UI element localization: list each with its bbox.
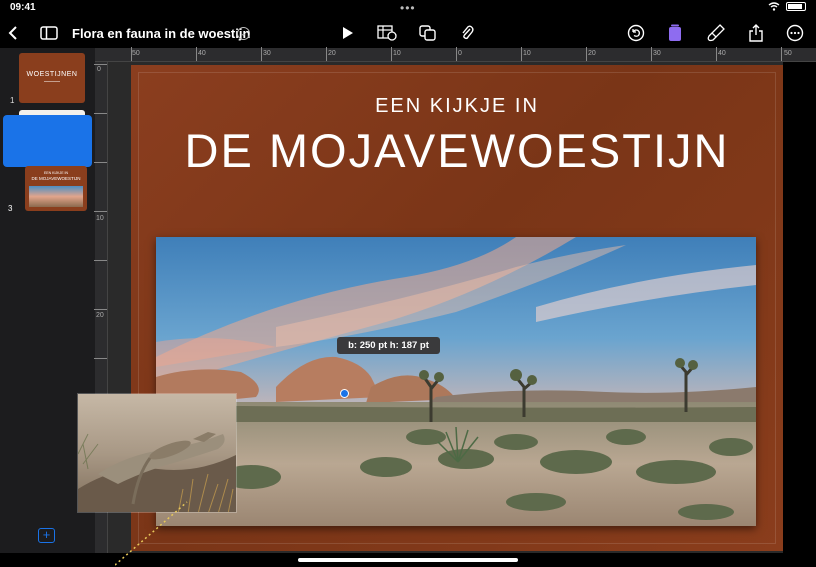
ruler-tick [261,47,262,61]
slide-thumbnail-3[interactable]: EEN KIJKJE IN DE MOJAVEWOESTIJN [25,166,87,211]
table-chart-icon[interactable] [375,21,399,45]
ruler-label: 10 [393,50,401,57]
battery-icon [786,2,806,11]
ruler-label: 30 [263,50,271,57]
ruler-tick [456,47,457,61]
attachment-icon[interactable] [455,21,479,45]
slide-number-3: 3 [8,204,13,213]
title-chevron-icon[interactable]: ⌄ [237,27,250,40]
home-indicator[interactable] [298,558,518,562]
ruler-label: 30 [653,50,661,57]
ruler-tick [326,47,327,61]
ruler-tick [94,113,107,114]
ruler-label: 40 [198,50,206,57]
toolbar: Flora en fauna in de woestijn ⌄ [0,18,816,48]
share-icon[interactable] [744,21,768,45]
ruler-tick [651,47,652,61]
more-icon[interactable] [783,21,807,45]
shapes-icon[interactable] [416,21,440,45]
ruler-tick [196,47,197,61]
ruler-label: 50 [132,50,140,57]
ruler-tick [586,47,587,61]
multitask-dots[interactable]: ••• [400,1,416,15]
slide-thumbnail-1[interactable]: WOESTIJNEN [19,53,85,103]
status-time: 09:41 [10,2,36,13]
ruler-label: 50 [784,50,792,57]
ruler-tick [94,162,107,163]
ruler-tick [391,47,392,61]
resize-handle[interactable] [340,389,349,398]
thumbnail-photo [29,186,83,207]
alignment-guide [115,501,188,566]
desert-photo[interactable] [156,237,756,526]
slide-subtitle[interactable]: EEN KIJKJE IN [131,95,783,118]
ruler-tick [94,211,107,212]
selected-slide-highlight [3,115,92,167]
ruler-label: 20 [96,312,104,319]
size-tooltip: b: 250 pt h: 187 pt [337,337,440,354]
wifi-icon [768,2,780,11]
slide-number-1: 1 [10,96,15,105]
ruler-tick [94,358,107,359]
ruler-tick [94,309,107,310]
ruler-tick [94,64,107,65]
ruler-tick [521,47,522,61]
ruler-tick [94,260,107,261]
ruler-label: 40 [718,50,726,57]
thumbnail-title: DE MOJAVEWOESTIJN [31,176,81,181]
status-icons [768,2,806,11]
ruler-tick [131,47,132,61]
paintbrush-icon[interactable] [704,21,728,45]
ruler-tick [781,47,782,61]
sidebar-icon[interactable] [37,21,61,45]
play-icon[interactable] [336,21,360,45]
ruler-label: 10 [96,215,104,222]
ruler-label: 10 [523,50,531,57]
back-icon[interactable] [1,21,25,45]
lizard-photo[interactable] [77,393,237,513]
ruler-label: 0 [458,50,462,57]
document-title[interactable]: Flora en fauna in de woestijn [72,26,250,41]
document-tab-icon[interactable] [663,21,687,45]
ruler-tick [716,47,717,61]
ruler-label: 20 [588,50,596,57]
status-bar: 09:41 ••• [0,0,816,16]
horizontal-ruler[interactable]: 50 40 30 20 10 0 10 20 30 40 50 [95,47,816,62]
add-slide-icon[interactable]: + [38,528,55,543]
undo-icon[interactable] [624,21,648,45]
thumbnail-title: WOESTIJNEN [26,71,78,78]
slide-title[interactable]: DE MOJAVEWOESTIJN [131,123,783,178]
ruler-label: 20 [328,50,336,57]
thumbnail-subtitle: EEN KIJKJE IN [43,171,69,175]
thumbnail-divider [44,81,60,82]
ruler-label: 0 [97,66,101,73]
